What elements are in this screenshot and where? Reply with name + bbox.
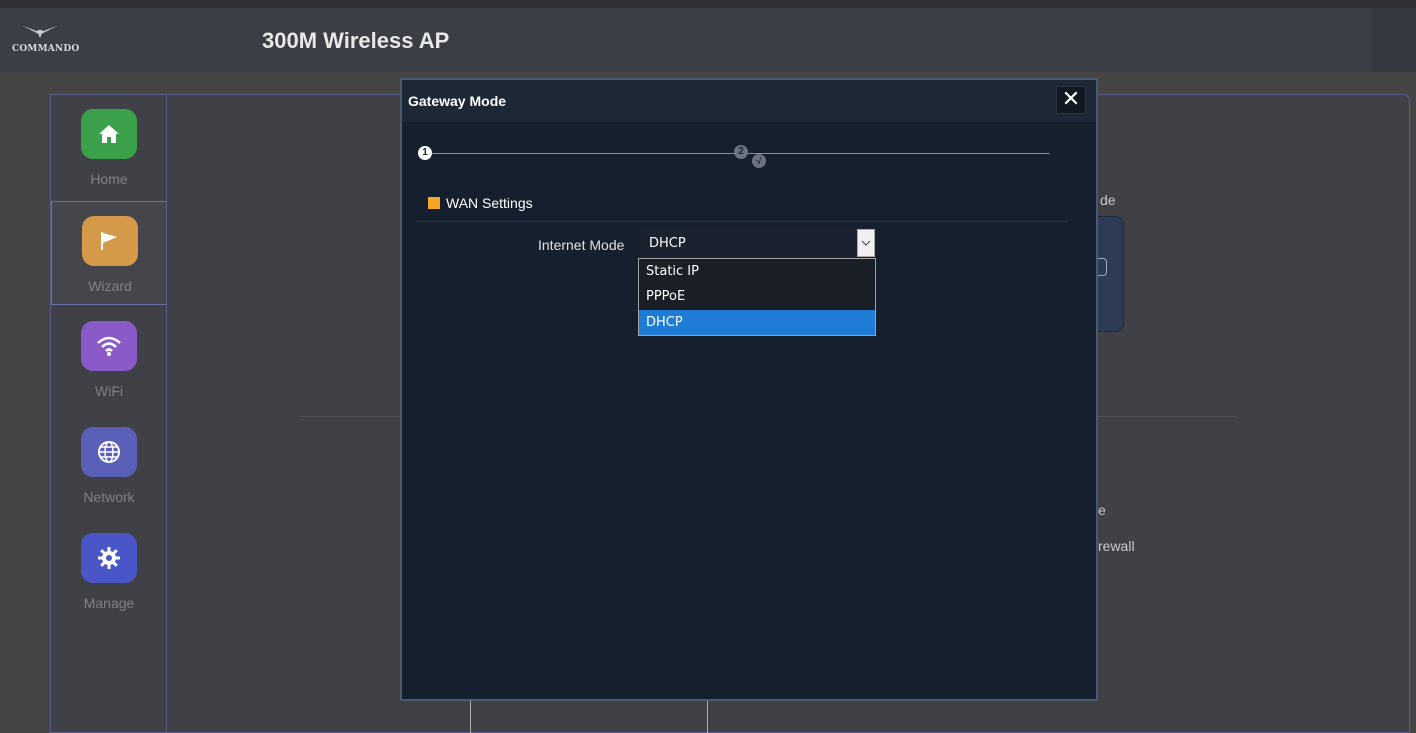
- gear-icon: [81, 533, 137, 583]
- dialog-header: Gateway Mode ✕: [402, 80, 1096, 122]
- close-button[interactable]: ✕: [1056, 86, 1086, 114]
- logo-wing-icon: [22, 25, 58, 38]
- option-pppoe[interactable]: PPPoE: [639, 284, 875, 309]
- option-dhcp[interactable]: DHCP: [639, 310, 875, 335]
- top-bar: COMMANDO 300M Wireless AP: [0, 0, 1416, 72]
- sidebar-item-network[interactable]: Network: [51, 413, 167, 517]
- wan-settings-section: WAN Settings: [416, 192, 1068, 222]
- background-text: de: [1100, 192, 1116, 208]
- chevron-down-icon[interactable]: [857, 229, 875, 257]
- wifi-icon: [81, 321, 137, 371]
- logo-text: COMMANDO: [12, 44, 80, 54]
- wizard-step-done: √: [752, 154, 766, 168]
- background-button-outline[interactable]: [470, 698, 708, 733]
- globe-icon: [81, 427, 137, 477]
- internet-mode-label: Internet Mode: [538, 237, 625, 253]
- sidebar-item-manage[interactable]: Manage: [51, 519, 167, 623]
- wizard-step-2: 2: [734, 145, 748, 159]
- gateway-mode-dialog: Gateway Mode ✕ 1 2 √ WAN Settings Intern…: [400, 78, 1098, 701]
- section-marker-icon: [428, 197, 440, 209]
- sidebar-item-label: Manage: [83, 595, 135, 611]
- section-title: WAN Settings: [446, 195, 533, 211]
- sidebar-item-label: Wizard: [88, 278, 132, 294]
- dialog-title: Gateway Mode: [408, 93, 507, 109]
- app-title: 300M Wireless AP: [262, 28, 450, 53]
- internet-mode-dropdown: Static IP PPPoE DHCP: [638, 258, 876, 336]
- sidebar: Home Wizard WiFi Network Manage: [50, 94, 168, 733]
- background-text: rewall: [1098, 538, 1135, 554]
- internet-mode-select[interactable]: DHCP: [640, 228, 876, 258]
- background-card-icon: [1097, 258, 1107, 276]
- sidebar-item-label: Home: [90, 171, 128, 187]
- top-bar-edge: [1372, 8, 1416, 72]
- wizard-step-1: 1: [418, 146, 432, 160]
- sidebar-item-label: WiFi: [95, 383, 123, 399]
- sidebar-item-home[interactable]: Home: [51, 95, 167, 199]
- sidebar-item-label: Network: [83, 489, 135, 505]
- background-divider: [300, 416, 402, 417]
- sidebar-item-wizard[interactable]: Wizard: [51, 201, 168, 305]
- option-static-ip[interactable]: Static IP: [639, 259, 875, 284]
- flag-icon: [82, 216, 138, 266]
- app-root: COMMANDO 300M Wireless AP Home Wizard Wi…: [0, 0, 1416, 733]
- background-divider: [1098, 416, 1238, 417]
- select-value: DHCP: [649, 236, 686, 251]
- sidebar-item-wifi[interactable]: WiFi: [51, 307, 167, 411]
- brand-logo: COMMANDO: [12, 20, 79, 60]
- home-icon: [81, 109, 137, 159]
- background-text: e: [1098, 502, 1106, 518]
